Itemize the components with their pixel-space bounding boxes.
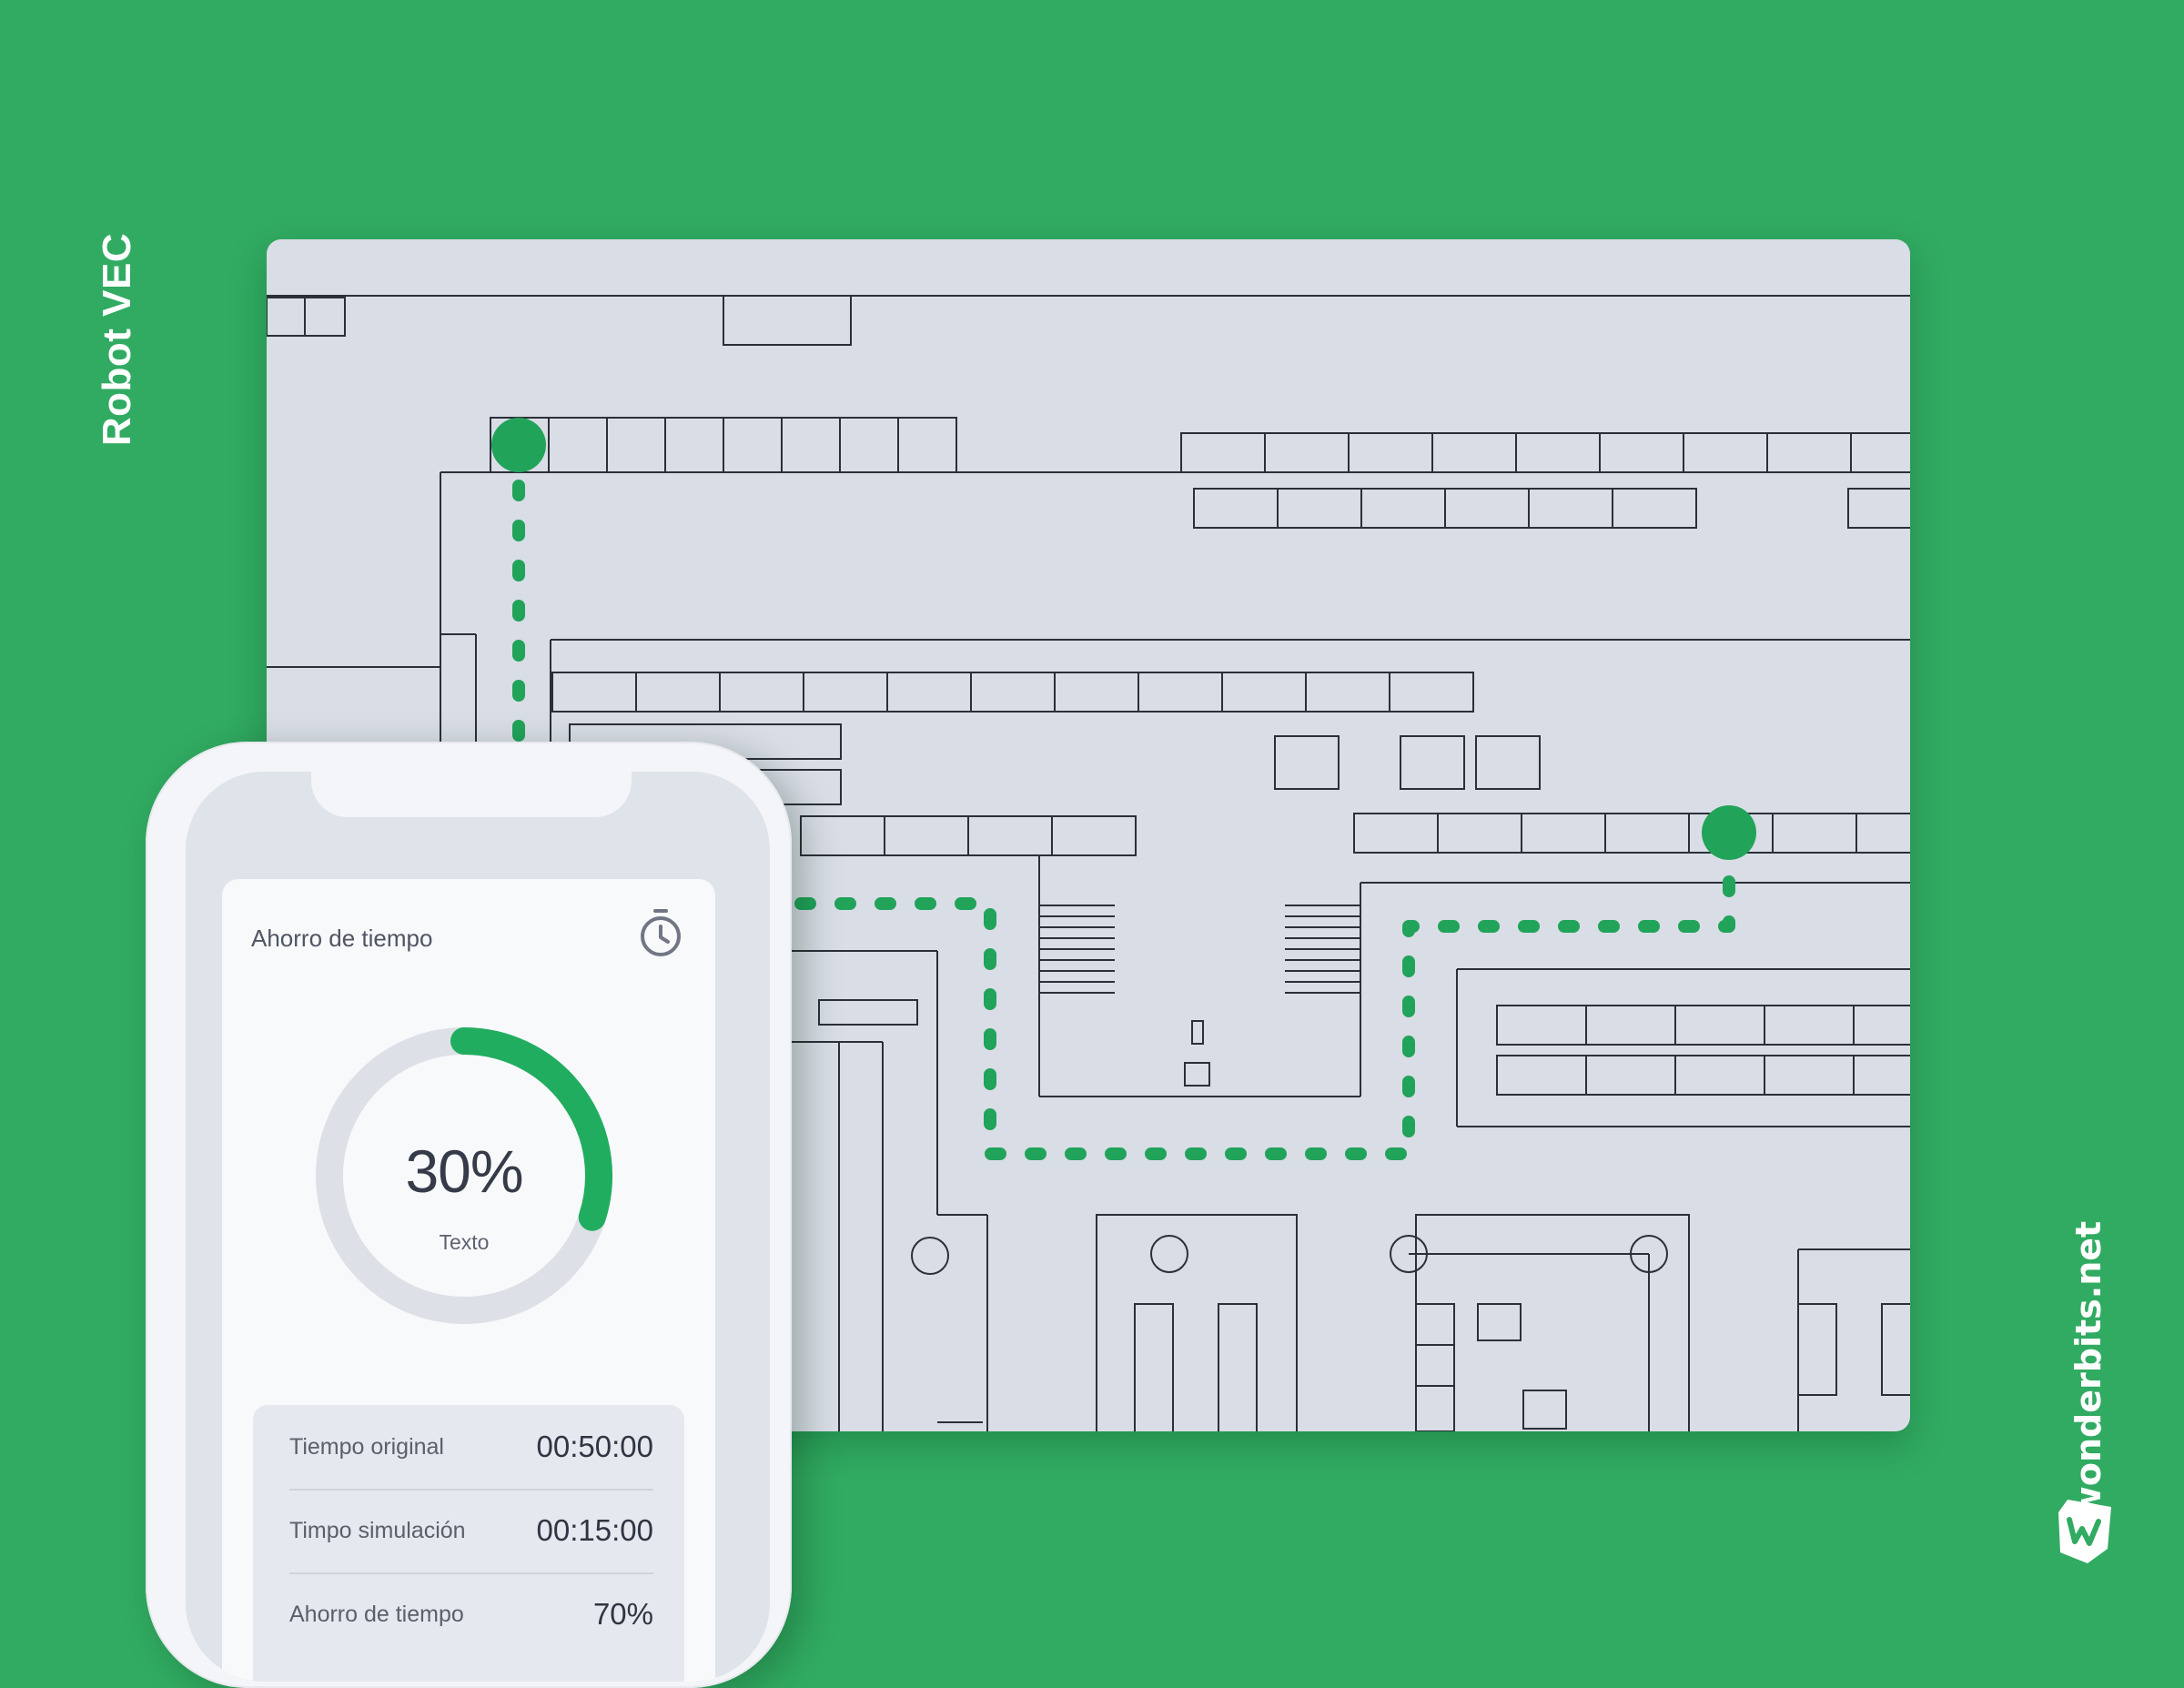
shelf-cell xyxy=(1444,488,1530,529)
shelf-cell xyxy=(1193,488,1279,529)
shelf-cell xyxy=(1528,488,1613,529)
shelf-cell xyxy=(970,672,1056,713)
shelf-cell xyxy=(1054,672,1139,713)
shelf-cell xyxy=(1764,1055,1855,1096)
stat-value: 00:15:00 xyxy=(536,1513,653,1547)
shelf-cell xyxy=(1353,813,1439,854)
shelf-cell xyxy=(1277,488,1362,529)
shelf-cell xyxy=(1847,488,1910,529)
shelf-cell xyxy=(1051,815,1137,856)
shelf-cell xyxy=(1221,672,1307,713)
stat-label: Timpo simulación xyxy=(289,1517,466,1543)
gauge-caption: Texto xyxy=(439,1230,490,1254)
stopwatch-icon[interactable] xyxy=(637,906,684,959)
shelf-cell xyxy=(1305,672,1390,713)
shelf-cell xyxy=(800,815,885,856)
shelf-cell xyxy=(1138,672,1223,713)
shelf-cell xyxy=(1264,432,1350,473)
shelf-cell xyxy=(1599,432,1684,473)
wonderbits-w-logo-icon xyxy=(2058,1500,2111,1563)
shelf-cell xyxy=(1855,813,1910,854)
shelf-cell xyxy=(781,417,841,473)
shelf-cell xyxy=(884,815,969,856)
shelf-cell xyxy=(803,672,888,713)
shelf-cell xyxy=(1437,813,1522,854)
shelf-cell xyxy=(606,417,666,473)
shelf-cell xyxy=(1360,488,1446,529)
shelf-cell xyxy=(1604,813,1690,854)
gauge-value: 30% xyxy=(405,1137,523,1205)
shelf-cell xyxy=(886,672,972,713)
shelf-cell xyxy=(1764,1005,1855,1046)
shelf-cell xyxy=(1853,1055,1910,1096)
brand-url[interactable]: wonderbits.net xyxy=(2068,1221,2108,1518)
shelf-cell xyxy=(1853,1005,1910,1046)
stat-label: Tiempo original xyxy=(289,1433,444,1460)
time-savings-card: Ahorro de tiempo 30% Texto Tiempo origin… xyxy=(222,879,715,1682)
shelf-cell xyxy=(551,672,637,713)
card-title: Ahorro de tiempo xyxy=(251,925,433,952)
stats-panel: Tiempo original 00:50:00 Timpo simulació… xyxy=(253,1405,684,1682)
shelf-cell xyxy=(1348,432,1433,473)
stat-label: Ahorro de tiempo xyxy=(289,1601,464,1627)
shelf-cell xyxy=(1850,432,1910,473)
shelf-cell xyxy=(839,417,899,473)
shelf-cell xyxy=(723,417,783,473)
shelf-cell xyxy=(1180,432,1266,473)
shelf-cell xyxy=(1674,1005,1765,1046)
side-title: Robot VEC xyxy=(95,232,139,447)
end-marker xyxy=(1702,805,1756,860)
shelf-cell xyxy=(1766,432,1852,473)
shelf-cell xyxy=(967,815,1053,856)
stat-value: 00:50:00 xyxy=(536,1430,653,1463)
shelf-cell xyxy=(1389,672,1474,713)
shelf-cell xyxy=(664,417,724,473)
stat-row-savings: Ahorro de tiempo 70% xyxy=(289,1572,653,1656)
shelf-cell xyxy=(1772,813,1857,854)
shelf-cell xyxy=(897,417,957,473)
shelf-cell xyxy=(1496,1005,1587,1046)
stat-row-simulation: Timpo simulación 00:15:00 xyxy=(289,1489,653,1574)
shelf-cell xyxy=(1612,488,1697,529)
shelf-cell xyxy=(1521,813,1606,854)
shelf-cell xyxy=(1515,432,1601,473)
shelf-cell xyxy=(1496,1055,1587,1096)
shelf-cell xyxy=(1585,1005,1676,1046)
phone-notch xyxy=(311,772,632,817)
shelf-cell xyxy=(635,672,721,713)
shelf-cell xyxy=(1683,432,1768,473)
shelf-cell xyxy=(1674,1055,1765,1096)
stat-row-original: Tiempo original 00:50:00 xyxy=(289,1405,653,1491)
shelf-cell xyxy=(1431,432,1517,473)
shelf-cell xyxy=(1585,1055,1676,1096)
shelf-cell xyxy=(548,417,608,473)
stat-value: 70% xyxy=(592,1597,653,1631)
phone-screen: Ahorro de tiempo 30% Texto Tiempo origin… xyxy=(186,772,770,1682)
shelf-cell xyxy=(719,672,804,713)
start-marker xyxy=(491,418,546,472)
